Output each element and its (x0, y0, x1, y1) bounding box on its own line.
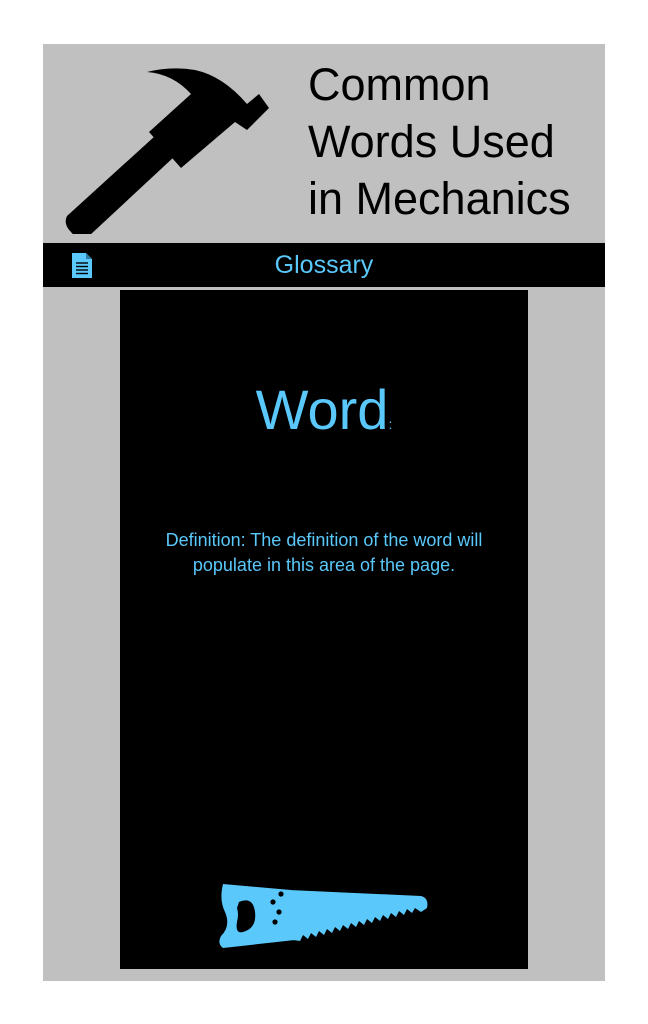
word-heading: Word: (120, 375, 528, 445)
header: Common Words Used in Mechanics (43, 44, 605, 242)
app-container: Common Words Used in Mechanics Glossary … (43, 44, 605, 981)
word-colon: : (388, 416, 393, 432)
saw-icon (219, 884, 428, 948)
app-title-line-2: Words Used (308, 116, 555, 167)
word-card: Word: Definition: The definition of the … (120, 290, 528, 969)
glossary-title[interactable]: Glossary (43, 251, 605, 279)
nav-bar: Glossary (43, 243, 605, 287)
app-title: Common Words Used in Mechanics (308, 56, 598, 227)
app-title-line-3: in Mechanics (308, 173, 571, 224)
hammer-icon (65, 68, 269, 234)
word-title: Word (255, 378, 389, 441)
definition-text: Definition: The definition of the word w… (165, 530, 483, 575)
app-title-line-1: Common (308, 59, 491, 110)
